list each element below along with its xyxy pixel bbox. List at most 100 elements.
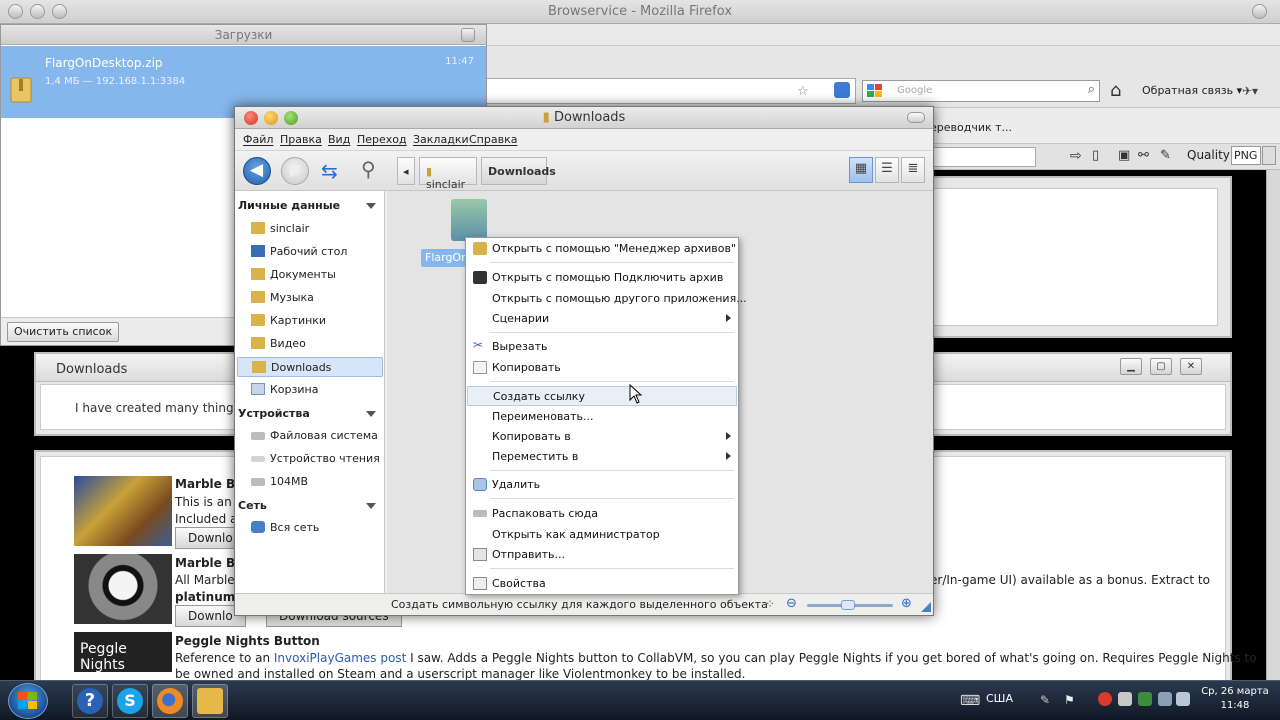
binoculars-icon[interactable]: ⚯: [1138, 148, 1149, 163]
zoom-slider-handle[interactable]: [841, 600, 855, 610]
sidebar-item-downloads[interactable]: Downloads: [237, 357, 383, 377]
sidebar-item-music[interactable]: Музыка: [249, 288, 381, 308]
feedback-menu[interactable]: Обратная связь ▾: [1142, 84, 1242, 97]
restore-button[interactable]: [1252, 4, 1267, 19]
sidebar-item-trash[interactable]: Корзина: [249, 380, 381, 400]
restore-button[interactable]: [461, 28, 475, 42]
taskbar-skype[interactable]: S: [112, 684, 148, 718]
taskbar-help[interactable]: ?: [72, 684, 108, 718]
taskbar-firefox[interactable]: [152, 684, 188, 718]
zoom-in-icon[interactable]: ⊕: [901, 596, 912, 611]
tray-monitor-icon[interactable]: [1158, 692, 1172, 706]
sidebar-item-filesystem[interactable]: Файловая система: [249, 426, 381, 446]
flag-icon[interactable]: ⚑: [1064, 693, 1075, 707]
list-view-button[interactable]: ☰: [875, 157, 899, 183]
tray-app-icon[interactable]: [1138, 692, 1152, 706]
keyboard-icon[interactable]: ⌨: [960, 693, 980, 709]
sidebar-item-videos[interactable]: Видео: [249, 334, 381, 354]
sidebar-item-104mb[interactable]: 104MB: [249, 472, 381, 492]
menu-extract-here[interactable]: Распаковать сюда: [467, 504, 737, 524]
reload-icon[interactable]: ⇆: [321, 159, 338, 183]
edit-icon[interactable]: ✎: [1160, 148, 1171, 163]
menu-scripts[interactable]: Сценарии: [467, 309, 737, 329]
menu-edit[interactable]: Правка: [280, 133, 322, 146]
quality-spinner[interactable]: [1262, 146, 1276, 165]
start-button[interactable]: [8, 683, 48, 719]
language-indicator[interactable]: США: [986, 692, 1013, 705]
tools-icon[interactable]: ✈▾: [1242, 84, 1258, 98]
screenshot-icon[interactable]: ▣: [1118, 148, 1130, 163]
folder-icon: ▮: [542, 110, 550, 125]
network-header[interactable]: Сеть: [238, 499, 267, 512]
devices-header[interactable]: Устройства: [238, 407, 310, 420]
menu-open-mount-archive[interactable]: Открыть с помощью Подключить архив: [467, 268, 737, 288]
menu-go[interactable]: Переход: [357, 133, 407, 146]
menu-make-link[interactable]: Создать ссылку: [467, 386, 737, 406]
panel-maximize-button[interactable]: ▢: [1150, 358, 1172, 375]
tray-volume-icon[interactable]: [1176, 692, 1190, 706]
sidebar-item-card-reader[interactable]: Устройство чтения д...: [249, 449, 381, 469]
tray-status-icon[interactable]: [1098, 692, 1112, 706]
menu-label: Создать ссылку: [493, 390, 585, 403]
menu-send[interactable]: Отправить...: [467, 545, 737, 565]
zip-file-icon[interactable]: [451, 199, 487, 241]
search-input[interactable]: Google ⌕: [862, 80, 1100, 102]
search-icon[interactable]: ⚲: [361, 157, 376, 181]
panel-minimize-button[interactable]: ▁: [1120, 358, 1142, 375]
page-scrollbar[interactable]: [1266, 170, 1280, 680]
sidebar-item-desktop[interactable]: Рабочий стол: [249, 242, 381, 262]
collapse-icon[interactable]: [366, 411, 376, 417]
bookmark-icon[interactable]: ▯: [1092, 148, 1099, 163]
path-crumb-home[interactable]: ▮ sinclair: [419, 157, 477, 191]
path-crumb-downloads[interactable]: Downloads: [481, 157, 556, 185]
sidebar-item-documents[interactable]: Документы: [249, 265, 381, 285]
panel-close-button[interactable]: ✕: [1180, 358, 1202, 375]
menu-open-archive-manager[interactable]: Открыть с помощью "Менеджер архивов": [467, 239, 737, 259]
back-button[interactable]: ◀: [243, 157, 271, 185]
personal-header[interactable]: Личные данные: [238, 199, 340, 212]
collapse-icon[interactable]: [366, 203, 376, 209]
menu-copy-to[interactable]: Копировать в: [467, 427, 737, 447]
invoxi-link[interactable]: InvoxiPlayGames post: [274, 651, 406, 665]
menu-delete[interactable]: Удалить: [467, 475, 737, 495]
arrow-right-icon: ▶: [290, 161, 302, 179]
menu-label: Переименовать...: [492, 410, 594, 423]
reload-icon[interactable]: [834, 82, 850, 98]
forward-button[interactable]: ▶: [281, 157, 309, 185]
menu-help[interactable]: Справка: [469, 133, 517, 146]
sidebar-item-home[interactable]: sinclair: [249, 219, 381, 239]
bookmark-item[interactable]: ереводчик т...: [930, 121, 1012, 134]
sidebar-label: Корзина: [270, 383, 319, 396]
home-icon[interactable]: ⌂: [1110, 80, 1121, 101]
menu-label: Удалить: [492, 478, 541, 491]
magnifier-icon[interactable]: ⌕: [1088, 82, 1095, 97]
clock[interactable]: Ср, 26 марта 11:48: [1199, 685, 1271, 713]
resize-grip-icon[interactable]: [921, 602, 931, 612]
star-icon[interactable]: ☆: [797, 84, 809, 99]
menu-open-other-app[interactable]: Открыть с помощью другого приложения...: [467, 289, 747, 309]
sidebar-label: Вся сеть: [270, 521, 320, 534]
sidebar-item-pictures[interactable]: Картинки: [249, 311, 381, 331]
collapse-icon[interactable]: [366, 503, 376, 509]
icon-view-button[interactable]: ▦: [849, 157, 873, 183]
menu-bookmarks[interactable]: Закладки: [413, 133, 469, 146]
menu-properties[interactable]: Свойства: [467, 574, 737, 594]
pen-icon[interactable]: ✎: [1040, 693, 1050, 707]
quality-select[interactable]: PNG: [1231, 146, 1261, 165]
menu-rename[interactable]: Переименовать...: [467, 407, 737, 427]
tray-network-icon[interactable]: [1118, 692, 1132, 706]
window-menu-button[interactable]: [907, 112, 925, 123]
path-left-arrow[interactable]: ◂: [397, 157, 415, 185]
arrow-right-icon[interactable]: ⇨: [1070, 148, 1082, 164]
menu-file[interactable]: Файл: [243, 133, 273, 146]
sidebar-item-network[interactable]: Вся сеть: [249, 518, 381, 538]
menu-open-as-admin[interactable]: Открыть как администратор: [467, 525, 737, 545]
taskbar-file-manager[interactable]: [192, 684, 228, 718]
menu-move-to[interactable]: Переместить в: [467, 447, 737, 467]
compact-view-button[interactable]: ≣: [901, 157, 925, 183]
menu-copy[interactable]: Копировать: [467, 358, 737, 378]
menu-view[interactable]: Вид: [328, 133, 350, 146]
menu-cut[interactable]: ✂ Вырезать: [467, 337, 737, 357]
zoom-out-icon[interactable]: ⊖: [786, 596, 797, 611]
clear-list-button[interactable]: Очистить список: [7, 322, 120, 342]
